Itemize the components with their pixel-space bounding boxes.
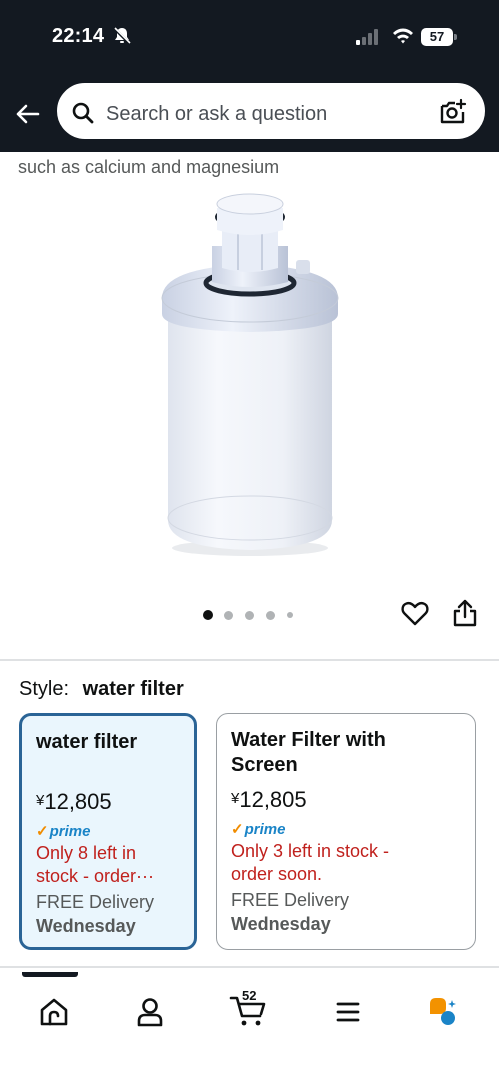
- battery-level: 57: [421, 28, 453, 46]
- style-value: water filter: [82, 678, 184, 700]
- cart-button[interactable]: 52: [228, 988, 270, 1030]
- carousel-dot-2[interactable]: [224, 611, 233, 620]
- active-tab-indicator: [22, 972, 78, 977]
- carousel-dot-5[interactable]: [287, 612, 293, 618]
- bottom-tab-bar: 52: [0, 972, 499, 1080]
- wishlist-heart-icon[interactable]: [400, 598, 430, 628]
- share-icon[interactable]: [451, 598, 479, 628]
- prime-label: prime: [244, 821, 286, 838]
- status-bar: 22:14 57: [0, 0, 499, 74]
- stock-status-line-1: Only 3 left in stock -: [231, 841, 390, 861]
- prime-label: prime: [49, 823, 91, 840]
- search-placeholder: Search or ask a question: [106, 103, 328, 125]
- battery-tip: [454, 34, 457, 40]
- tabbar-divider: [0, 966, 499, 968]
- product-image[interactable]: [150, 190, 350, 560]
- bell-muted-icon: [112, 26, 132, 46]
- stock-status-line-2: stock - order···: [36, 866, 155, 886]
- delivery-day: Wednesday: [36, 916, 136, 936]
- style-selector-label: Style: water filter: [19, 678, 184, 701]
- home-icon[interactable]: [36, 994, 72, 1030]
- price-value: 12,805: [239, 787, 307, 812]
- delivery-label: FREE Delivery: [231, 890, 350, 910]
- style-option-water-filter[interactable]: water filter ¥12,805 ✓prime Only 8 left …: [19, 713, 197, 950]
- back-arrow-icon[interactable]: [14, 100, 42, 128]
- style-key: Style:: [19, 678, 70, 700]
- search-icon: [72, 102, 94, 124]
- option-price: ¥12,805: [36, 787, 180, 816]
- battery-indicator: 57: [421, 28, 457, 46]
- stock-status-line-2: order soon.: [231, 864, 323, 884]
- stock-status-line-1: Only 8 left in: [36, 843, 137, 863]
- prime-badge: ✓prime: [231, 820, 461, 840]
- prime-badge: ✓prime: [36, 822, 180, 842]
- carousel-dot-4[interactable]: [266, 611, 275, 620]
- section-divider: [0, 659, 499, 661]
- option-price: ¥12,805: [231, 785, 461, 814]
- option-title-line-1: Water Filter with: [231, 729, 386, 751]
- cart-count-badge: 52: [242, 988, 257, 1003]
- search-input[interactable]: Search or ask a question: [57, 83, 485, 139]
- delivery-day: Wednesday: [231, 914, 331, 934]
- prime-check-icon: ✓: [231, 821, 244, 838]
- delivery-label: FREE Delivery: [36, 892, 155, 912]
- price-value: 12,805: [44, 789, 112, 814]
- wifi-icon: [393, 28, 413, 44]
- account-icon[interactable]: [132, 994, 168, 1030]
- menu-icon[interactable]: [330, 994, 366, 1030]
- prime-check-icon: ✓: [36, 823, 49, 840]
- product-description-snippet: such as calcium and magnesium: [18, 157, 280, 177]
- option-title-line-2: Screen: [231, 754, 298, 776]
- carousel-dot-1[interactable]: [203, 610, 213, 620]
- search-header: Search or ask a question: [0, 74, 499, 152]
- status-time: 22:14: [52, 25, 105, 47]
- camera-search-icon[interactable]: [439, 98, 467, 126]
- image-carousel-indicator[interactable]: [203, 608, 303, 622]
- option-title: water filter: [36, 731, 138, 753]
- signal-icon: [356, 29, 378, 45]
- carousel-dot-3[interactable]: [245, 611, 254, 620]
- style-option-water-filter-with-screen[interactable]: Water Filter with Screen ¥12,805 ✓prime …: [216, 713, 476, 950]
- rufus-assistant-icon[interactable]: [426, 994, 462, 1030]
